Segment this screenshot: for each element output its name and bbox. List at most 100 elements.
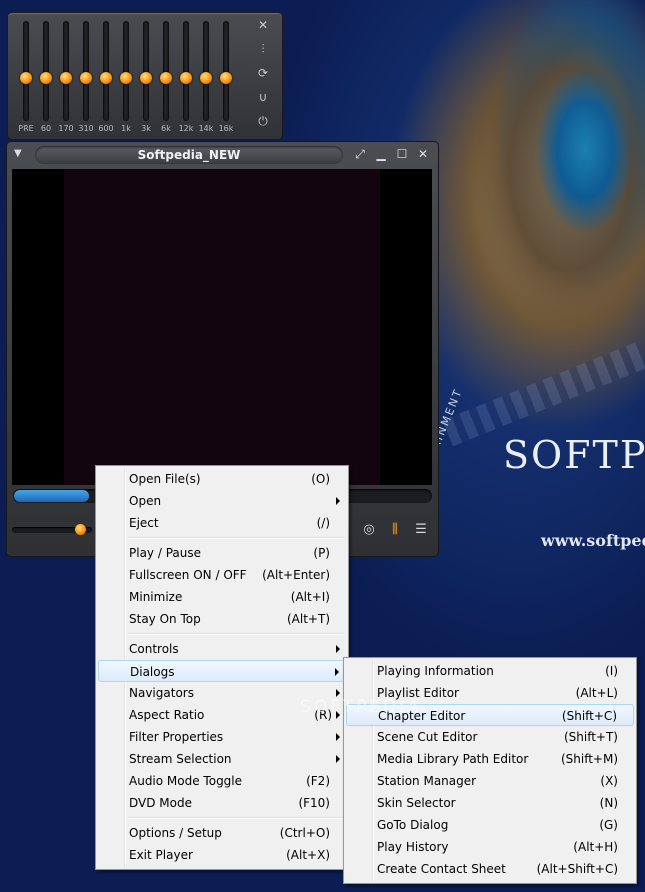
menu-item-shortcut: (Alt+T) [287,612,330,626]
eq-slider-track[interactable] [143,21,149,121]
menu-item-navigators[interactable]: Navigators [98,682,346,704]
menu-item-play-pause[interactable]: Play / Pause (P) [98,542,346,564]
menu-item-minimize[interactable]: Minimize (Alt+I) [98,586,346,608]
eq-slider-knob[interactable] [160,72,172,84]
wallpaper-brand-text: SOFTPE [503,433,645,477]
menu-item-label: DVD Mode [129,796,192,810]
menu-item-label: Options / Setup [129,826,222,840]
close-icon[interactable]: ✕ [415,146,431,162]
playlist-icon[interactable]: ☰ [411,520,431,540]
menu-item-open-file-s[interactable]: Open File(s) (O) [98,468,346,490]
menu-item-fullscreen-on-off[interactable]: Fullscreen ON / OFF (Alt+Enter) [98,564,346,586]
menu-item-stream-selection[interactable]: Stream Selection [98,748,346,770]
eq-slider-knob[interactable] [140,72,152,84]
menu-item-aspect-ratio[interactable]: Aspect Ratio (R) [98,704,346,726]
menu-separator [128,817,344,819]
eq-slider-knob[interactable] [220,72,232,84]
equalizer-panel: PRE 60 170 310 600 1k 3k 6k 12k 14k 16k ✕ ⫶ ⟳ ∪ ⏻ [7,12,283,140]
menu-item-audio-mode-toggle[interactable]: Audio Mode Toggle (F2) [98,770,346,792]
eq-band[interactable]: 16k [216,21,236,133]
submenu-arrow-icon [334,704,342,726]
eq-band[interactable]: 310 [76,21,96,133]
fullscreen-icon[interactable]: ⤢ [352,146,368,162]
maximize-icon[interactable]: ☐ [394,146,410,162]
menu-item-label: Eject [129,516,159,530]
eq-slider-track[interactable] [103,21,109,121]
eq-slider-track[interactable] [23,21,29,121]
menu-item-shortcut: (F10) [298,796,330,810]
eq-band[interactable]: 600 [96,21,116,133]
menu-item-dialogs[interactable]: Dialogs [98,660,346,682]
eq-band[interactable]: 6k [156,21,176,133]
menu-item-label: Playlist Editor [377,686,459,700]
eq-slider-track[interactable] [43,21,49,121]
eq-slider-track[interactable] [83,21,89,121]
menu-item-chapter-editor[interactable]: Chapter Editor (Shift+C) [346,704,634,726]
menu-item-create-contact-sheet[interactable]: Create Contact Sheet (Alt+Shift+C) [346,858,634,880]
eq-slider-knob[interactable] [60,72,72,84]
repeat-icon[interactable]: ⟳ [255,65,271,81]
menu-item-label: Filter Properties [129,730,224,744]
eq-slider-track[interactable] [163,21,169,121]
menu-item-options-setup[interactable]: Options / Setup (Ctrl+O) [98,822,346,844]
eq-slider-track[interactable] [203,21,209,121]
menu-item-shortcut: (I) [605,664,618,678]
menu-item-filter-properties[interactable]: Filter Properties [98,726,346,748]
menu-item-shortcut: (/) [316,516,330,530]
menu-item-label: Chapter Editor [378,709,466,723]
camera-icon[interactable]: ◎ [359,520,379,540]
eq-slider-track[interactable] [123,21,129,121]
menu-item-exit-player[interactable]: Exit Player (Alt+X) [98,844,346,866]
submenu-arrow-icon [334,490,342,512]
menu-item-media-library-path-editor[interactable]: Media Library Path Editor (Shift+M) [346,748,634,770]
eq-slider-knob[interactable] [40,72,52,84]
eq-band[interactable]: PRE [16,21,36,133]
menu-item-stay-on-top[interactable]: Stay On Top (Alt+T) [98,608,346,630]
menu-item-dvd-mode[interactable]: DVD Mode (F10) [98,792,346,814]
menu-separator [128,633,344,635]
menu-item-eject[interactable]: Eject (/) [98,512,346,534]
eq-band[interactable]: 12k [176,21,196,133]
player-titlebar[interactable]: ▼ Softpedia_NEW ⤢ ▁ ☐ ✕ [7,142,438,168]
video-area[interactable] [12,169,432,485]
equalizer-toggle-icon[interactable]: ⫼ [385,520,405,540]
magnet-icon[interactable]: ∪ [255,89,271,105]
eq-band[interactable]: 3k [136,21,156,133]
menu-item-shortcut: (F2) [306,774,330,788]
menu-item-scene-cut-editor[interactable]: Scene Cut Editor (Shift+T) [346,726,634,748]
eq-slider-track[interactable] [63,21,69,121]
eq-slider-knob[interactable] [180,72,192,84]
volume-knob[interactable] [75,524,86,535]
menu-item-shortcut: (R) [314,708,332,722]
eq-slider-track[interactable] [223,21,229,121]
menu-item-play-history[interactable]: Play History (Alt+H) [346,836,634,858]
menu-item-goto-dialog[interactable]: GoTo Dialog (G) [346,814,634,836]
eq-slider-knob[interactable] [20,72,32,84]
menu-item-shortcut: (G) [599,818,618,832]
menu-item-skin-selector[interactable]: Skin Selector (N) [346,792,634,814]
window-menu-icon[interactable]: ▼ [14,148,22,159]
menu-item-shortcut: (Alt+Enter) [262,568,330,582]
eq-slider-knob[interactable] [80,72,92,84]
eq-band[interactable]: 1k [116,21,136,133]
close-icon[interactable]: ✕ [255,17,271,33]
menu-item-controls[interactable]: Controls [98,638,346,660]
eq-slider-knob[interactable] [120,72,132,84]
eq-band[interactable]: 60 [36,21,56,133]
menu-item-station-manager[interactable]: Station Manager (X) [346,770,634,792]
context-menu: Open File(s) (O) Open Eject (/) Play / Pause (… [95,465,349,870]
power-icon[interactable]: ⏻ [255,113,271,129]
menu-item-label: Station Manager [377,774,477,788]
menu-item-shortcut: (Alt+L) [575,686,618,700]
menu-item-open[interactable]: Open [98,490,346,512]
menu-item-label: Stream Selection [129,752,232,766]
menu-item-playing-information[interactable]: Playing Information (I) [346,660,634,682]
sliders-icon[interactable]: ⫶ [255,41,271,57]
eq-slider-knob[interactable] [100,72,112,84]
eq-slider-knob[interactable] [200,72,212,84]
eq-band[interactable]: 170 [56,21,76,133]
eq-slider-track[interactable] [183,21,189,121]
eq-band[interactable]: 14k [196,21,216,133]
menu-item-playlist-editor[interactable]: Playlist Editor (Alt+L) [346,682,634,704]
minimize-icon[interactable]: ▁ [373,146,389,162]
